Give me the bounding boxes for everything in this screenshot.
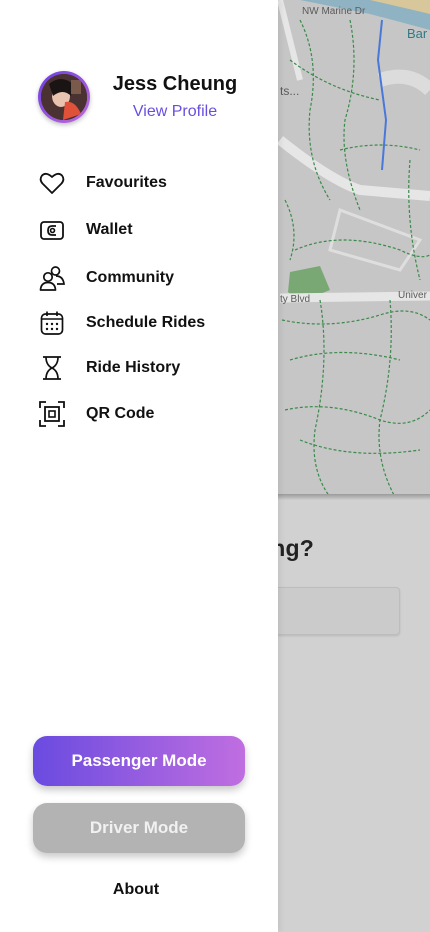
about-link[interactable]: About bbox=[33, 881, 239, 899]
map-label-ban: Bar bbox=[407, 26, 428, 41]
heart-icon bbox=[38, 169, 66, 197]
avatar[interactable] bbox=[38, 71, 90, 123]
menu-label-favourites: Favourites bbox=[86, 174, 167, 191]
map-label-marine: NW Marine Dr bbox=[302, 6, 366, 17]
user-name: Jess Cheung bbox=[112, 73, 238, 95]
community-icon bbox=[38, 264, 66, 292]
view-profile-link[interactable]: View Profile bbox=[100, 103, 250, 121]
menu-label-qr-code: QR Code bbox=[86, 405, 155, 422]
map-label-ts: ts... bbox=[280, 84, 300, 98]
driver-mode-button[interactable]: Driver Mode bbox=[33, 803, 245, 853]
qr-code-icon bbox=[38, 400, 66, 428]
navigation-drawer: Jess Cheung View Profile Favourites Wall… bbox=[0, 0, 278, 932]
menu-label-community: Community bbox=[86, 269, 174, 286]
map-label-univ: Univer bbox=[398, 290, 427, 301]
map-label-blvd: ty Blvd bbox=[280, 294, 311, 305]
passenger-mode-button[interactable]: Passenger Mode bbox=[33, 736, 245, 786]
avatar-photo bbox=[41, 74, 87, 120]
menu-item-ride-history[interactable]: Ride History bbox=[38, 352, 258, 384]
menu-label-schedule-rides: Schedule Rides bbox=[86, 314, 206, 331]
wallet-icon bbox=[38, 216, 66, 244]
menu-item-community[interactable]: Community bbox=[38, 262, 258, 294]
menu-label-ride-history: Ride History bbox=[86, 359, 181, 376]
menu-label-wallet: Wallet bbox=[86, 221, 133, 238]
menu-item-wallet[interactable]: Wallet bbox=[38, 214, 258, 246]
menu-item-schedule-rides[interactable]: Schedule Rides bbox=[38, 307, 258, 339]
menu-item-favourites[interactable]: Favourites bbox=[38, 167, 258, 199]
menu-item-qr-code[interactable]: QR Code bbox=[38, 398, 258, 430]
calendar-icon bbox=[38, 309, 66, 337]
hourglass-icon bbox=[38, 354, 66, 382]
